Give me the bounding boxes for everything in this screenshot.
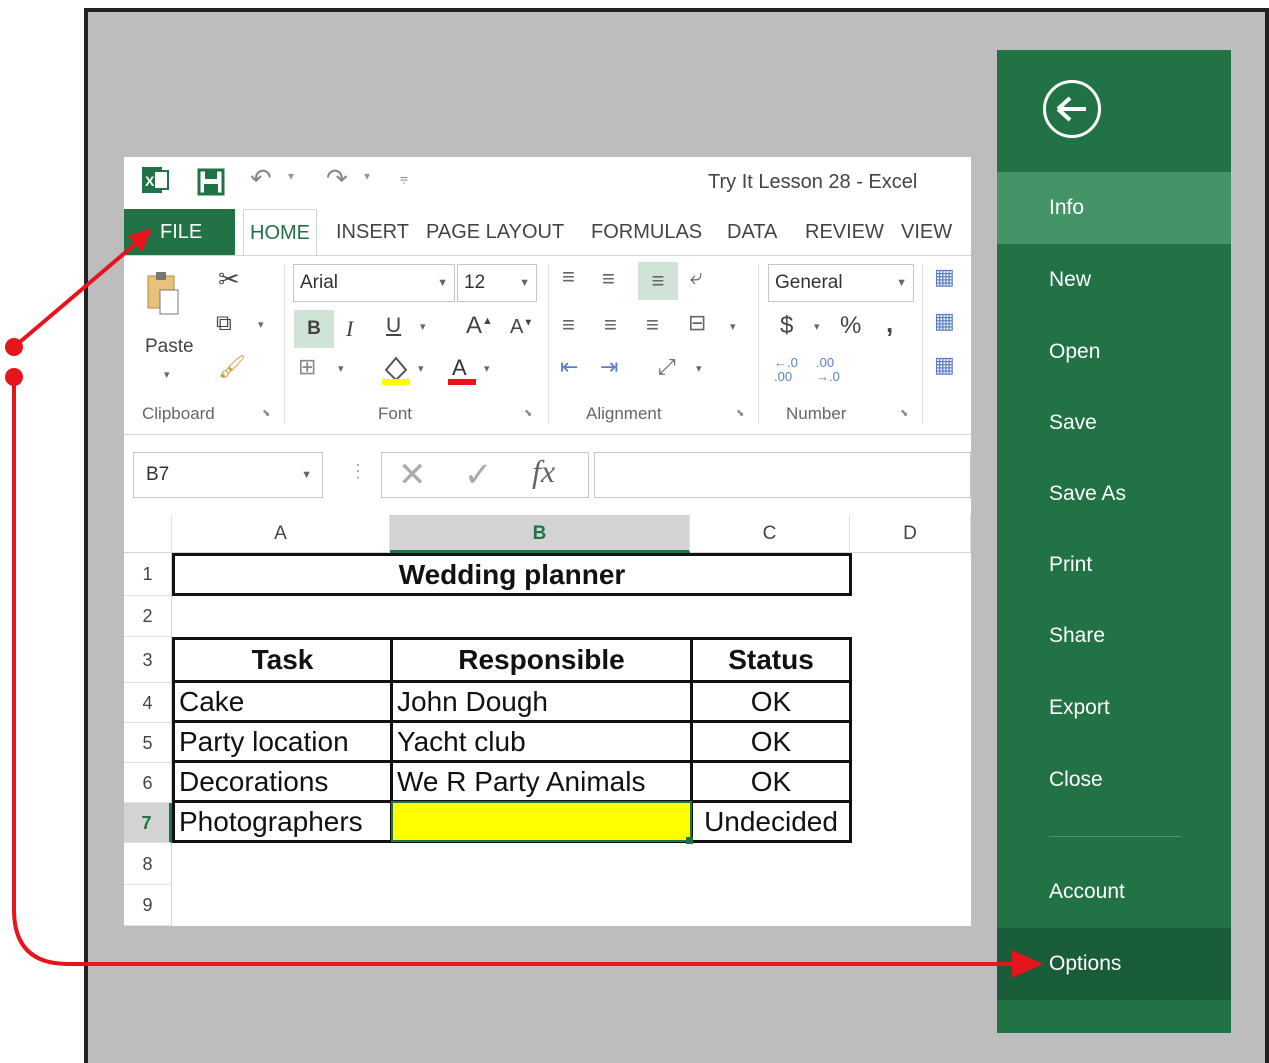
arrow-to-file-tab <box>5 228 152 356</box>
arrow-to-options <box>5 368 1043 978</box>
annotation-arrows <box>5 228 1043 978</box>
